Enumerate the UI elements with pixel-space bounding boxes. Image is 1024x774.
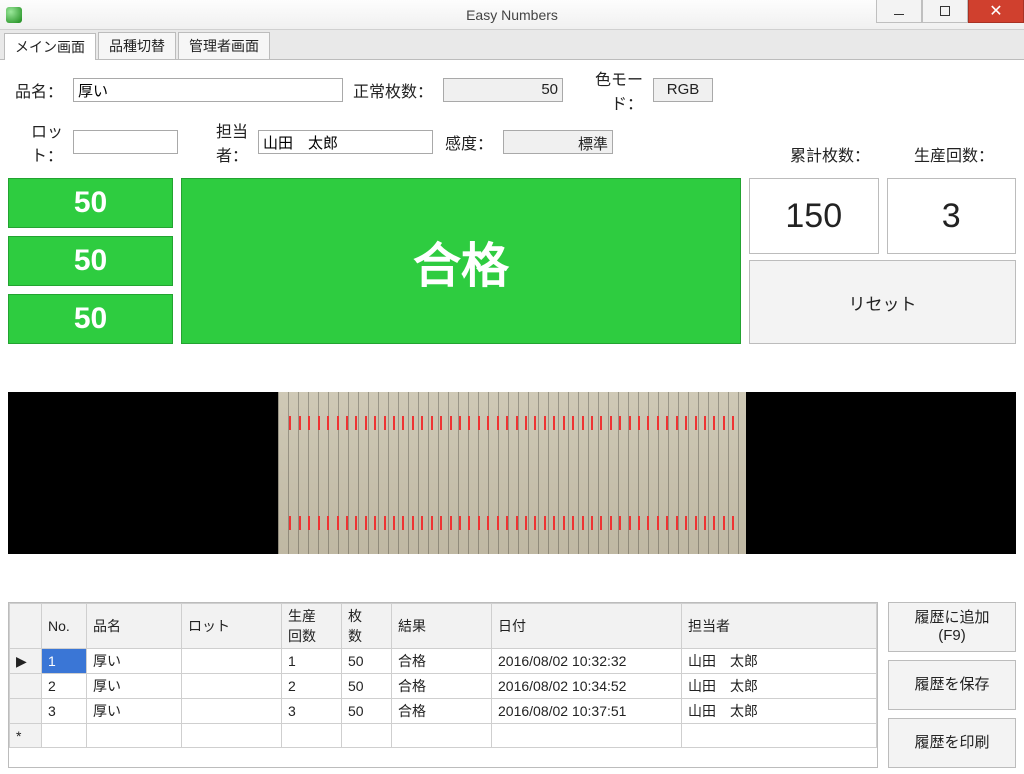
input-tantou[interactable]: [258, 130, 433, 154]
stat-ruikei: 150: [749, 178, 879, 254]
maximize-button[interactable]: [922, 0, 968, 23]
reset-button[interactable]: リセット: [749, 260, 1016, 344]
title-bar: Easy Numbers ✕: [0, 0, 1024, 30]
col-hinmei[interactable]: 品名: [87, 604, 182, 649]
label-colormode: 色モード：: [573, 66, 643, 114]
label-hinmei: 品名：: [8, 78, 63, 102]
tab-admin[interactable]: 管理者画面: [178, 32, 270, 59]
tab-product-switch[interactable]: 品種切替: [98, 32, 176, 59]
window-title: Easy Numbers: [0, 7, 1024, 23]
minimize-button[interactable]: [876, 0, 922, 23]
col-maisuu[interactable]: 枚 数: [342, 604, 392, 649]
table-row[interactable]: ▶1厚い150合格2016/08/02 10:32:32山田 太郎: [10, 649, 877, 674]
input-hinmei[interactable]: [73, 78, 343, 102]
label-kando: 感度：: [443, 130, 493, 154]
tab-bar: メイン画面 品種切替 管理者画面: [0, 30, 1024, 60]
count-box-2: 50: [8, 236, 173, 286]
result-box: 合格: [181, 178, 741, 344]
label-lot: ロット：: [8, 118, 63, 166]
tab-main[interactable]: メイン画面: [4, 33, 96, 60]
close-button[interactable]: ✕: [968, 0, 1024, 23]
label-seisan: 生産回数：: [914, 142, 994, 166]
field-colormode: RGB: [653, 78, 713, 102]
table-row[interactable]: 2厚い250合格2016/08/02 10:34:52山田 太郎: [10, 674, 877, 699]
count-box-3: 50: [8, 294, 173, 344]
camera-view: [8, 392, 1016, 554]
col-tantou[interactable]: 担当者: [682, 604, 877, 649]
label-seijou: 正常枚数：: [353, 78, 433, 102]
app-icon: [6, 7, 22, 23]
col-no[interactable]: No.: [42, 604, 87, 649]
history-grid[interactable]: No. 品名 ロット 生産 回数 枚 数 結果 日付 担当者 ▶1厚い150合格…: [8, 602, 878, 768]
add-history-button[interactable]: 履歴に追加 (F9): [888, 602, 1016, 652]
col-date[interactable]: 日付: [492, 604, 682, 649]
count-box-1: 50: [8, 178, 173, 228]
save-history-button[interactable]: 履歴を保存: [888, 660, 1016, 710]
stat-seisan: 3: [887, 178, 1017, 254]
field-kando: 標準: [503, 130, 613, 154]
table-row[interactable]: 3厚い350合格2016/08/02 10:37:51山田 太郎: [10, 699, 877, 724]
input-lot[interactable]: [73, 130, 178, 154]
print-history-button[interactable]: 履歴を印刷: [888, 718, 1016, 768]
grid-corner: [10, 604, 42, 649]
field-seijou: 50: [443, 78, 563, 102]
col-lot[interactable]: ロット: [182, 604, 282, 649]
col-kekka[interactable]: 結果: [392, 604, 492, 649]
col-seisan[interactable]: 生産 回数: [282, 604, 342, 649]
label-ruikei: 累計枚数：: [790, 142, 870, 166]
label-tantou: 担当者：: [188, 118, 248, 166]
